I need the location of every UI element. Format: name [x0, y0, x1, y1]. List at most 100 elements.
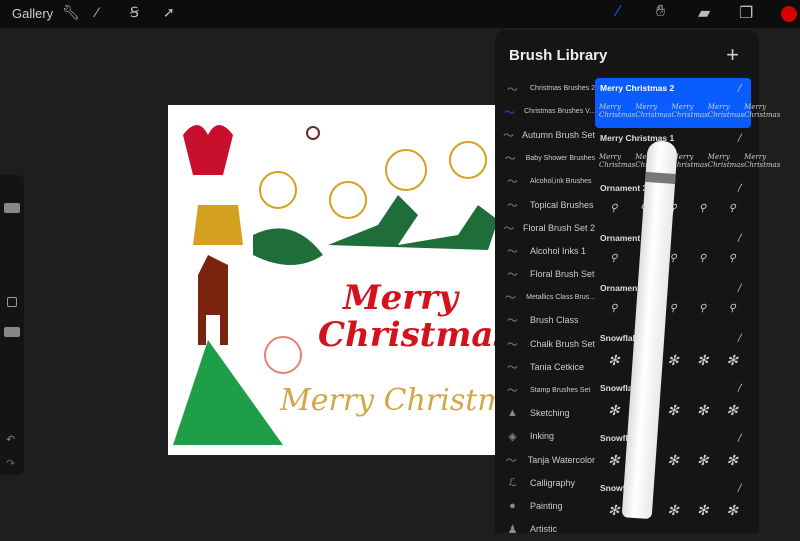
reindeer-art: [198, 255, 228, 345]
drawing-canvas[interactable]: Merry Christmas Merry Christmas: [168, 105, 495, 455]
brush-size-slider[interactable]: [4, 203, 20, 213]
brush-preview-mark: ✻: [607, 503, 620, 519]
brush-stroke-icon: 〜: [505, 292, 517, 305]
brush-preview-mark: ✻: [607, 403, 620, 419]
brush-set-item[interactable]: 〜 Christmas Brushes V...: [495, 100, 595, 123]
brush-preview-mark: ⚲: [610, 203, 618, 214]
canvas-text-merry: Merry: [343, 278, 458, 318]
brush-item[interactable]: Snowflake 4〳✻✻✻✻✻: [595, 378, 751, 428]
smudge-icon[interactable]: ✋︎: [656, 3, 665, 21]
brush-set-label: Christmas Brushes 2: [530, 85, 595, 93]
modify-button[interactable]: [7, 297, 17, 307]
brush-set-item[interactable]: 〜 Tanja Watercolor: [495, 448, 595, 471]
brush-preview-mark: ⚲: [728, 253, 736, 264]
brush-stroke-icon: 〜: [507, 83, 518, 96]
brush-item[interactable]: Snowflake 3〳✻✻✻✻✻: [595, 428, 751, 478]
brush-category-icon: ▲: [507, 407, 518, 420]
brush-set-label: Tania Cetkice: [530, 361, 585, 372]
panel-title: Brush Library: [509, 47, 608, 64]
brush-icon[interactable]: ⁄: [617, 3, 620, 21]
brush-set-item[interactable]: ● Painting: [495, 494, 595, 517]
brush-set-item[interactable]: ℒ Calligraphy: [495, 471, 595, 494]
brush-set-label: Inking: [530, 431, 555, 442]
ornament-art: [329, 181, 367, 219]
brush-set-item[interactable]: 〜 Brush Class: [495, 309, 595, 332]
brush-set-item[interactable]: 〜 Alcohol Inks 1: [495, 239, 595, 262]
brush-stroke-icon: 〜: [507, 385, 518, 398]
brush-item[interactable]: Snowflake〳✻✻✻✻✻: [595, 478, 751, 528]
brush-stroke-icon: 〳: [735, 433, 745, 443]
brush-preview-mark: ✻: [667, 503, 679, 519]
brush-set-label: Autumn Brush Set: [521, 129, 595, 140]
brush-set-item[interactable]: 〜 Christmas Brushes 2: [495, 77, 595, 100]
brush-stroke-icon: 〜: [505, 454, 517, 467]
brush-set-label: Baby Shower Brushes: [525, 154, 595, 162]
brush-item[interactable]: Snowflake 5〳✻✻✻✻✻: [595, 328, 751, 378]
ornament-art: [259, 171, 297, 209]
brush-preview-text: Merry Christmas: [707, 103, 745, 119]
brush-preview-text: Merry Christmas: [671, 103, 708, 119]
brush-set-item[interactable]: ♟ Artistic: [495, 518, 595, 541]
snowflake-art: [264, 336, 302, 374]
wrench-icon[interactable]: 🔧︎: [62, 4, 80, 21]
brush-stroke-icon: 〜: [507, 176, 518, 189]
brush-set-item[interactable]: 〜 Baby Shower Brushes: [495, 147, 595, 170]
brush-item[interactable]: Ornament 2〳⚲⚲⚲⚲⚲: [595, 228, 751, 278]
brush-preview-mark: ✻: [696, 453, 709, 469]
brush-stroke-icon: 〜: [507, 361, 518, 374]
brush-preview-mark: ⚲: [610, 303, 618, 314]
brush-stroke-icon: 〳: [735, 133, 745, 143]
redo-icon[interactable]: ↷: [6, 457, 15, 470]
brush-set-list: 〜 Christmas Brushes 2 〜 Christmas Brushes V…: [495, 77, 595, 541]
brush-set-item[interactable]: ▲ Sketching: [495, 402, 595, 425]
opacity-slider[interactable]: [4, 327, 20, 337]
brush-preview-mark: ⚲: [669, 253, 677, 264]
brush-preview-mark: ⚲: [728, 303, 736, 314]
brush-set-item[interactable]: 〜 Tania Cetkice: [495, 355, 595, 378]
brush-preview-mark: ⚲: [698, 203, 707, 214]
brush-preview-mark: ✻: [696, 353, 709, 369]
brush-category-icon: ♟: [507, 523, 518, 536]
brush-item[interactable]: Ornament 1〳⚲⚲⚲⚲⚲: [595, 278, 751, 328]
color-swatch[interactable]: [781, 6, 797, 22]
brush-preview-text: Merry Christmas: [744, 103, 781, 119]
brush-stroke-icon: 〳: [735, 83, 745, 93]
add-brush-button[interactable]: +: [726, 42, 739, 68]
brush-set-item[interactable]: 〜 Floral Brush Set: [495, 263, 595, 286]
eraser-icon[interactable]: ▰: [698, 3, 710, 23]
brush-set-label: Metallics Class Brus...: [526, 293, 595, 301]
brush-name: Merry Christmas 2: [600, 83, 675, 93]
brush-set-item[interactable]: 〜 Autumn Brush Set: [495, 123, 595, 146]
snowflake-art: [306, 126, 320, 140]
layers-icon[interactable]: ❐: [739, 3, 753, 23]
undo-icon[interactable]: ↶: [6, 433, 15, 446]
brush-preview-mark: ✻: [667, 453, 679, 469]
gallery-button[interactable]: Gallery: [12, 6, 53, 21]
brush-preview-mark: ✻: [667, 403, 679, 419]
brush-preview-mark: ✻: [726, 353, 739, 369]
brush-stroke-icon: 〳: [735, 183, 745, 193]
brush-set-item[interactable]: 〜 Metallics Class Brus...: [495, 286, 595, 309]
brush-set-item[interactable]: 〜 Chalk Brush Set: [495, 332, 595, 355]
brush-set-item[interactable]: ◈ Inking: [495, 425, 595, 448]
brush-set-label: Sketching: [530, 408, 570, 419]
brush-stroke-icon: 〜: [502, 129, 514, 142]
selection-icon[interactable]: Ꞩ: [130, 4, 139, 21]
brush-set-item[interactable]: 〜 Alcohol,ink Brushes: [495, 170, 595, 193]
brush-item[interactable]: Merry Christmas 2 〳 Merry Christmas Merry C…: [595, 78, 780, 128]
brush-set-item[interactable]: 〜 Stamp Brushes Set: [495, 378, 595, 401]
brush-set-item[interactable]: 〜 Topical Brushes: [495, 193, 595, 216]
brush-set-item[interactable]: 〜 Floral Brush Set 2: [495, 216, 595, 239]
top-toolbar: Gallery 🔧︎ ⁄ Ꞩ ➚ ⁄ ✋︎ ▰ ❐: [0, 0, 800, 28]
magic-wand-icon[interactable]: ⁄: [96, 4, 98, 20]
brush-preview-text: Merry Christmas: [635, 103, 672, 119]
brush-preview: Merry Christmas Merry Christmas Merry Chri…: [599, 103, 780, 119]
brush-stroke-icon: 〜: [506, 338, 518, 351]
brush-preview-mark: ✻: [607, 453, 620, 469]
transform-arrow-icon[interactable]: ➚: [163, 4, 175, 21]
brush-preview: ⚲⚲⚲⚲⚲: [599, 253, 747, 264]
brush-name: Ornament 3: [600, 183, 648, 193]
brush-stroke-icon: 〜: [507, 199, 518, 212]
brush-stroke-icon: 〜: [504, 106, 516, 119]
brush-set-label: Floral Brush Set: [530, 269, 595, 280]
